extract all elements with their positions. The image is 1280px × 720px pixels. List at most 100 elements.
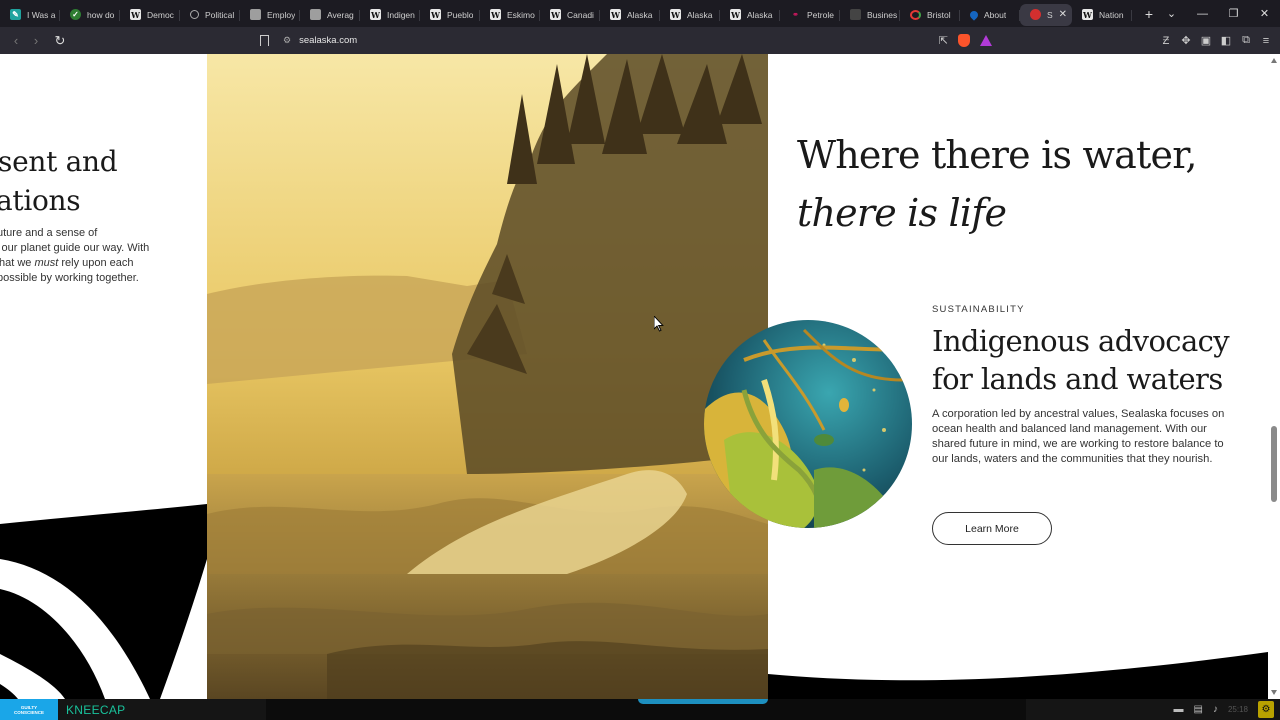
left-body-line: hat we must rely upon each: [0, 256, 200, 271]
site-settings-icon[interactable]: ⚙: [283, 35, 291, 46]
browser-tab[interactable]: W Alaska: [720, 4, 780, 26]
browser-tab-strip: ✎ I Was a ✓ how do W Democ Political Employ Aver…: [0, 0, 1280, 27]
back-icon[interactable]: ‹: [6, 33, 26, 48]
tab-label: About: [984, 9, 1007, 20]
left-section-heading: sent and ations: [0, 142, 118, 220]
browser-tab[interactable]: ⚭ Petrole: [780, 4, 840, 26]
tab-label: Averag: [327, 9, 354, 20]
browser-tab[interactable]: W Democ: [120, 4, 180, 26]
title-line: Where there is water,: [797, 133, 1197, 177]
tab-label: Employ: [267, 9, 296, 20]
browser-tab[interactable]: W Alaska: [660, 4, 720, 26]
browser-tab[interactable]: W Nation: [1072, 4, 1132, 26]
section-eyebrow: SUSTAINABILITY: [932, 304, 1025, 315]
web-page: sent and ations uture and a sense of l o…: [0, 54, 1280, 699]
tab-label: Canadi: [567, 9, 594, 20]
tab-favicon-icon: W: [370, 9, 381, 20]
thumbnail-text: CONSCIENCE: [13, 709, 44, 715]
clock: 25:18: [1227, 705, 1248, 714]
browser-tab[interactable]: Employ: [240, 4, 300, 26]
tab-label: Busines: [867, 9, 898, 20]
tab-favicon-icon: ✓: [70, 9, 81, 20]
browser-tab[interactable]: Averag: [300, 4, 360, 26]
tab-favicon-icon: [250, 9, 261, 20]
address-bar[interactable]: ⚙ sealaska.com ⇱: [256, 30, 1000, 51]
browser-tab[interactable]: ✎ I Was a: [0, 4, 60, 26]
tab-label: Alaska: [687, 9, 713, 20]
chat-icon[interactable]: ▬: [1174, 704, 1184, 715]
window-icon[interactable]: ▤: [1194, 704, 1203, 715]
title-line-italic: there is life: [797, 191, 1007, 235]
scroll-down-icon[interactable]: [1271, 690, 1277, 695]
tab-favicon-icon: W: [550, 9, 561, 20]
toolbar-actions: Ƶ ✥ ▣ ◧ ⧉ ≡: [1160, 27, 1280, 54]
browser-tab[interactable]: Bristol: [900, 4, 960, 26]
browser-tab[interactable]: W Canadi: [540, 4, 600, 26]
tab-favicon-icon: [1030, 9, 1041, 20]
browser-tab[interactable]: W Eskimo: [480, 4, 540, 26]
media-thumbnail[interactable]: GUILTY CONSCIENCE: [0, 699, 58, 720]
media-title[interactable]: KNEECAP: [66, 703, 125, 717]
browser-tab[interactable]: About: [960, 4, 1020, 26]
tab-label: Bristol: [927, 9, 951, 20]
tab-label: Alaska: [747, 9, 773, 20]
taskbar-strip: [266, 699, 1026, 720]
tab-favicon-icon: W: [610, 9, 621, 20]
reload-icon[interactable]: ↻: [50, 33, 70, 49]
brave-shields-icon[interactable]: [958, 34, 970, 47]
browser-tab[interactable]: Political: [180, 4, 240, 26]
sidebar-icon[interactable]: ◧: [1220, 34, 1232, 47]
scroll-up-icon[interactable]: [1271, 58, 1277, 63]
coastline-photo: [207, 54, 768, 699]
left-body-line: uture and a sense of: [0, 227, 98, 239]
browser-tab[interactable]: W Indigen: [360, 4, 420, 26]
tab-list: ✎ I Was a ✓ how do W Democ Political Employ Aver…: [0, 0, 1132, 27]
minimize-icon[interactable]: —: [1187, 8, 1218, 20]
tab-favicon-icon: [910, 9, 921, 20]
os-taskbar: GUILTY CONSCIENCE KNEECAP ▬ ▤ ♪ 25:18 ⚙: [0, 699, 1280, 720]
wallet-icon[interactable]: ▣: [1200, 34, 1212, 47]
tab-favicon-icon: [850, 9, 861, 20]
extensions-icon[interactable]: ✥: [1180, 34, 1192, 47]
settings-gear-icon[interactable]: ⚙: [1258, 701, 1274, 718]
page-scrollbar[interactable]: [1268, 54, 1280, 699]
chevron-down-icon[interactable]: ⌄: [1156, 7, 1187, 20]
menu-icon[interactable]: ≡: [1260, 35, 1272, 47]
left-body-text: hat we: [0, 257, 35, 269]
url-text[interactable]: sealaska.com: [299, 35, 357, 46]
browser-tab[interactable]: Se ✕: [1020, 3, 1072, 26]
kelp-image: [704, 320, 912, 528]
tab-label: I Was a: [27, 9, 56, 20]
tab-label: Alaska: [627, 9, 653, 20]
page-title: Where there is water, there is life: [797, 126, 1197, 242]
tab-label: Eskimo: [507, 9, 535, 20]
taskbar-glow: [638, 699, 768, 704]
tab-label: Se: [1047, 9, 1053, 20]
close-tab-icon[interactable]: ✕: [1059, 9, 1067, 20]
tab-label: Indigen: [387, 9, 415, 20]
close-icon[interactable]: ✕: [1249, 7, 1280, 20]
tab-label: Petrole: [807, 9, 834, 20]
forward-icon[interactable]: ›: [26, 33, 46, 48]
system-tray: ▬ ▤ ♪ 25:18 ⚙: [1174, 699, 1280, 720]
emphasis-text: must: [34, 257, 59, 269]
brave-rewards-icon[interactable]: [980, 35, 992, 46]
vpn-icon[interactable]: Ƶ: [1160, 35, 1172, 47]
tab-label: Pueblo: [447, 9, 474, 20]
browser-tab[interactable]: W Pueblo: [420, 4, 480, 26]
browser-tab[interactable]: Busines: [840, 4, 900, 26]
section-body: A corporation led by ancestral values, S…: [932, 408, 1225, 465]
scrollbar-thumb[interactable]: [1271, 426, 1277, 502]
tab-label: Nation: [1099, 9, 1124, 20]
left-body-line: l our planet guide our way. With: [0, 242, 150, 254]
bookmark-icon[interactable]: [260, 35, 269, 49]
learn-more-button[interactable]: Learn More: [932, 512, 1052, 545]
share-icon[interactable]: ⇱: [939, 34, 948, 47]
tab-search-icon[interactable]: ⧉: [1240, 34, 1252, 47]
tab-favicon-icon: W: [730, 9, 741, 20]
restore-icon[interactable]: ❐: [1218, 7, 1249, 20]
microphone-icon[interactable]: ♪: [1213, 704, 1218, 715]
browser-tab[interactable]: ✓ how do: [60, 4, 120, 26]
browser-tab[interactable]: W Alaska: [600, 4, 660, 26]
tab-favicon-icon: W: [130, 9, 141, 20]
